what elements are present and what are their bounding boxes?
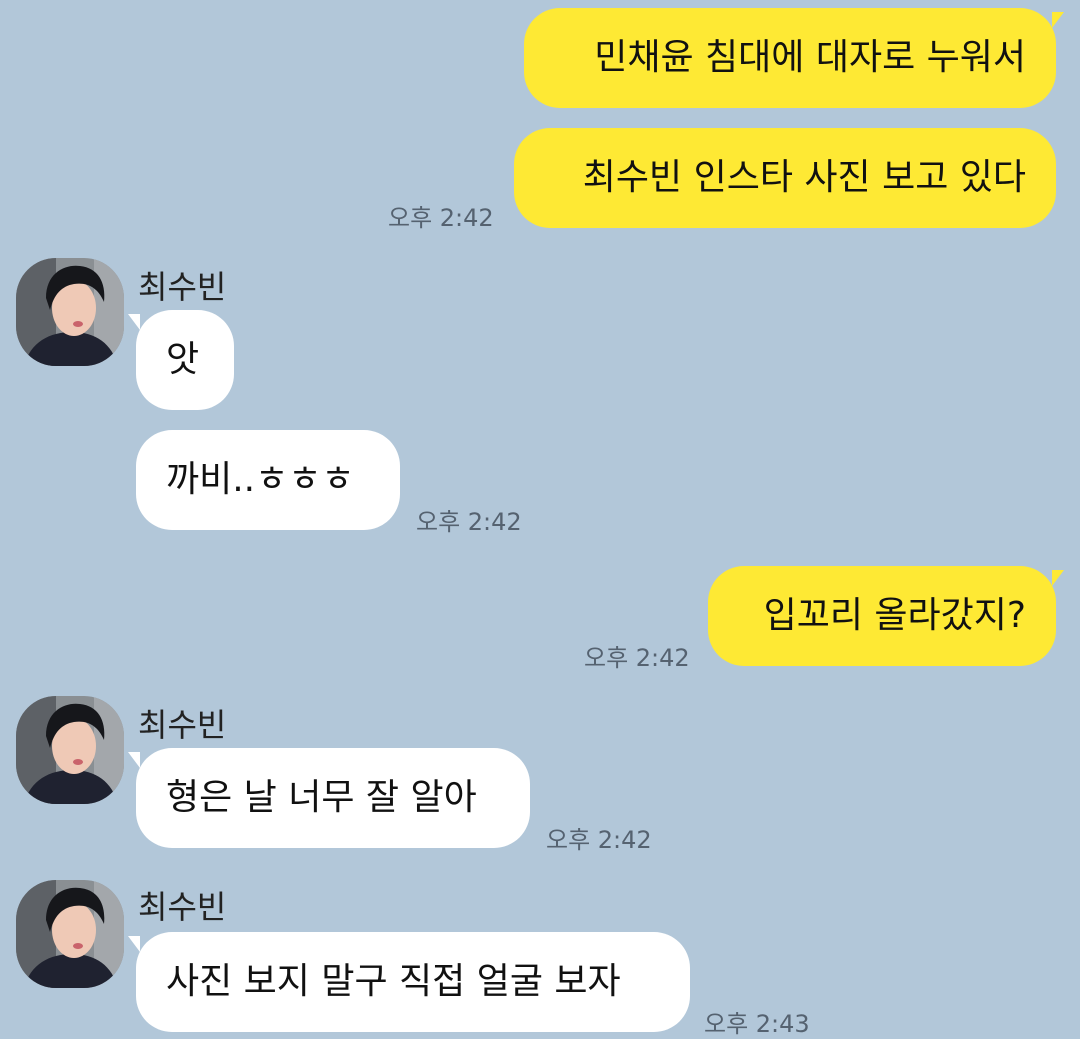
message-timestamp: 오후 2:42 <box>546 826 652 854</box>
sender-avatar[interactable] <box>16 258 124 366</box>
bubble-tail <box>1052 12 1064 28</box>
message-bubble-received[interactable]: 사진 보지 말구 직접 얼굴 보자 <box>136 932 690 1032</box>
message-timestamp: 오후 2:42 <box>416 508 522 536</box>
message-bubble-received[interactable]: 앗 <box>136 310 234 410</box>
message-bubble-sent[interactable]: 입꼬리 올라갔지? <box>708 566 1056 666</box>
sender-name: 최수빈 <box>138 706 227 744</box>
message-bubble-received[interactable]: 형은 날 너무 잘 알아 <box>136 748 530 848</box>
message-timestamp: 오후 2:42 <box>388 204 494 232</box>
message-text: 사진 보지 말구 직접 얼굴 보자 <box>166 961 621 1002</box>
chat-screen: { "chat": { "sender_name": "최수빈", "messa… <box>0 0 1080 1038</box>
message-text: 민채윤 침대에 대자로 누워서 <box>594 37 1026 78</box>
message-text: 까비..ㅎㅎㅎ <box>166 459 355 500</box>
bubble-tail <box>128 752 140 768</box>
message-timestamp: 오후 2:43 <box>704 1010 810 1038</box>
message-text: 최수빈 인스타 사진 보고 있다 <box>582 157 1026 198</box>
sender-name: 최수빈 <box>138 888 227 926</box>
bubble-tail <box>1052 570 1064 586</box>
bubble-tail <box>128 936 140 952</box>
message-bubble-sent[interactable]: 최수빈 인스타 사진 보고 있다 <box>514 128 1056 228</box>
message-text: 입꼬리 올라갔지? <box>763 595 1026 636</box>
bubble-tail <box>128 314 140 330</box>
message-timestamp: 오후 2:42 <box>584 644 690 672</box>
avatar-photo-icon <box>16 880 124 988</box>
sender-name: 최수빈 <box>138 268 227 306</box>
message-bubble-sent[interactable]: 민채윤 침대에 대자로 누워서 <box>524 8 1056 108</box>
message-text: 형은 날 너무 잘 알아 <box>166 777 477 818</box>
avatar-photo-icon <box>16 696 124 804</box>
message-text: 앗 <box>166 339 200 380</box>
sender-avatar[interactable] <box>16 696 124 804</box>
avatar-photo-icon <box>16 258 124 366</box>
message-bubble-received[interactable]: 까비..ㅎㅎㅎ <box>136 430 400 530</box>
sender-avatar[interactable] <box>16 880 124 988</box>
